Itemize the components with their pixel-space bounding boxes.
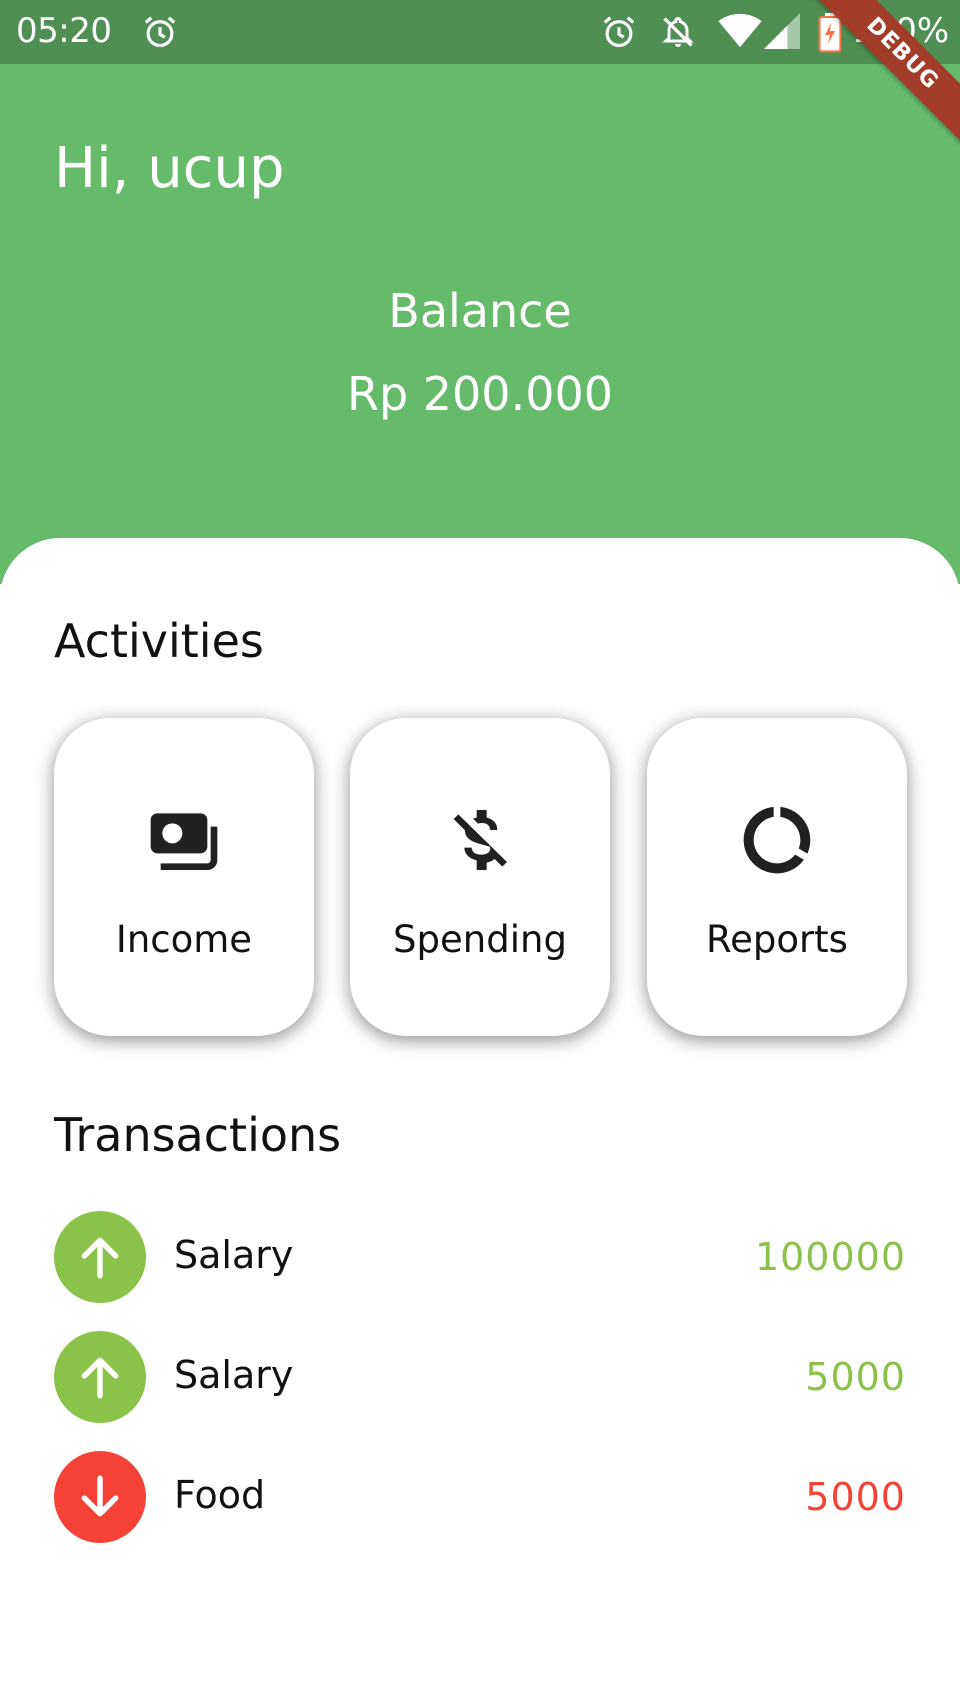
- transaction-name: Salary: [174, 1353, 294, 1397]
- transactions-title: Transactions: [54, 1108, 342, 1162]
- alarm-icon: [603, 16, 635, 48]
- donut-chart-icon: [743, 806, 811, 874]
- reports-card[interactable]: Reports: [647, 718, 907, 1036]
- spending-label: Spending: [393, 918, 567, 961]
- arrow-up-icon: [81, 1357, 119, 1399]
- wifi-icon: [718, 13, 762, 48]
- spending-card[interactable]: Spending: [350, 718, 610, 1036]
- content-sheet: Activities Income Spending Reports Trans…: [0, 538, 960, 1706]
- greeting-text: Hi, ucup: [54, 136, 285, 201]
- transaction-direction-badge: [54, 1211, 146, 1303]
- arrow-down-icon: [81, 1475, 119, 1517]
- transaction-amount: 5000: [805, 1475, 906, 1519]
- income-card[interactable]: Income: [54, 718, 314, 1036]
- balance-amount: Rp 200.000: [346, 367, 613, 421]
- transaction-direction-badge: [54, 1451, 146, 1543]
- notifications-off-icon: [662, 16, 694, 47]
- income-label: Income: [115, 918, 253, 961]
- alarm-icon: [144, 16, 176, 48]
- activities-title: Activities: [54, 614, 264, 668]
- balance-label: Balance: [388, 284, 572, 338]
- signal-icon: [764, 13, 800, 49]
- status-bar: 05:20 100%: [0, 0, 960, 64]
- transaction-name: Salary: [174, 1233, 294, 1277]
- transaction-row[interactable]: Salary 100000: [54, 1211, 906, 1303]
- transaction-amount: 5000: [805, 1355, 906, 1399]
- transaction-row[interactable]: Salary 5000: [54, 1331, 906, 1423]
- money-icon: [150, 813, 218, 870]
- arrow-up-icon: [81, 1237, 119, 1279]
- transaction-direction-badge: [54, 1331, 146, 1423]
- reports-label: Reports: [706, 918, 848, 961]
- status-time: 05:20: [16, 11, 112, 51]
- balance-header: Hi, ucup Balance Rp 200.000: [0, 64, 960, 584]
- transaction-amount: 100000: [754, 1235, 906, 1279]
- money-off-icon: [453, 810, 507, 870]
- transaction-row[interactable]: Food 5000: [54, 1451, 906, 1543]
- transaction-name: Food: [174, 1473, 266, 1517]
